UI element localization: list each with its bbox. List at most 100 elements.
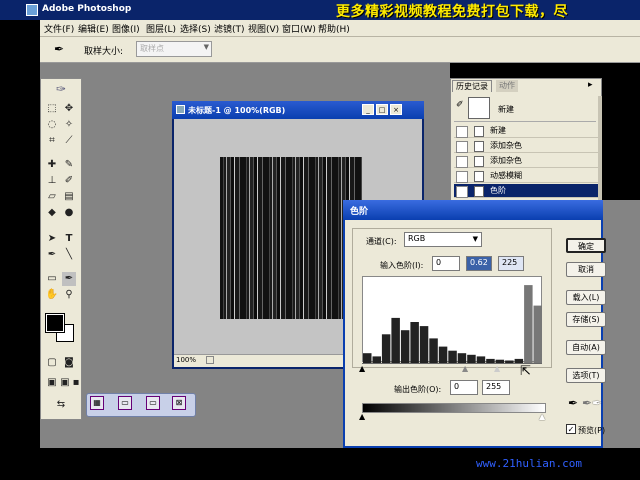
snapshot-label: 新建 (498, 105, 514, 114)
eyedropper-tool-icon[interactable]: ✒ (62, 272, 76, 286)
screen-mode-full-icon[interactable]: ▪ (71, 376, 81, 390)
history-step-icon (474, 156, 484, 167)
quick-mask-mode-icon[interactable]: ◙ (62, 356, 76, 370)
menu-edit[interactable]: 编辑(E) (78, 22, 109, 35)
output-gradient-bar (362, 403, 546, 413)
white-eyedropper-icon[interactable]: ✒ (592, 396, 602, 410)
menu-window[interactable]: 窗口(W) (282, 22, 316, 35)
sample-size-label: 取样大小: (84, 47, 124, 57)
zoom-level[interactable]: 100% (176, 356, 196, 364)
history-item[interactable]: 添加杂色 (454, 139, 600, 153)
history-brush-source-icon[interactable]: ✐ (456, 100, 464, 110)
histogram-bar (476, 356, 486, 363)
history-item[interactable]: 添加杂色 (454, 154, 600, 168)
histogram-bar (391, 317, 400, 363)
document-icon (176, 105, 185, 114)
options-button[interactable]: 选项(T) (566, 368, 606, 383)
screen-mode-standard-icon[interactable]: ▣ (45, 376, 59, 390)
channel-select[interactable]: RGB ▼ (404, 232, 482, 247)
input-black-slider[interactable]: ▲ (359, 364, 365, 373)
input-black-field[interactable]: 0 (432, 256, 460, 271)
preview-label: 预览(P) (578, 426, 606, 435)
status-arrow-icon[interactable] (206, 356, 214, 364)
menu-filter[interactable]: 滤镜(T) (214, 22, 245, 35)
crop-tool-icon[interactable]: ⌗ (45, 134, 59, 148)
ok-button[interactable]: 确定 (566, 238, 606, 253)
menu-view[interactable]: 视图(V) (248, 22, 279, 35)
gradient-tool-icon[interactable]: ▤ (62, 190, 76, 204)
lasso-tool-icon[interactable]: ◌ (45, 118, 59, 132)
pen-tool-icon[interactable]: ✒ (45, 248, 59, 262)
tab-actions[interactable]: 动作 (496, 80, 518, 92)
type-tool-icon[interactable]: T (62, 232, 76, 246)
history-step-icon (474, 171, 484, 182)
standard-mode-icon[interactable]: ▢ (45, 356, 59, 370)
tab-history[interactable]: 历史记录 (452, 80, 492, 92)
output-white-field[interactable]: 255 (482, 380, 510, 395)
history-step-icon (474, 186, 484, 197)
slice-tool-icon[interactable]: ⟋ (62, 134, 76, 148)
input-white-field[interactable]: 225 (498, 256, 524, 271)
zoom-tool-icon[interactable]: ⚲ (62, 288, 76, 302)
jump-to-imageready-icon[interactable]: ⇆ (45, 398, 77, 412)
history-item[interactable]: 新建 (454, 124, 600, 138)
minimize-button[interactable]: _ (362, 104, 374, 115)
output-black-slider[interactable]: ▲ (359, 412, 365, 421)
panel-menu-icon[interactable]: ▸ (588, 80, 593, 90)
magic-wand-tool-icon[interactable]: ✧ (62, 118, 76, 132)
maximize-button[interactable]: □ (376, 104, 388, 115)
menu-help[interactable]: 帮助(H) (318, 22, 350, 35)
auto-button[interactable]: 自动(A) (566, 340, 606, 355)
canvas-image[interactable] (220, 157, 362, 319)
history-item[interactable]: 动感模糊 (454, 169, 600, 183)
save-button[interactable]: 存储(S) (566, 312, 606, 327)
close-button[interactable]: × (390, 104, 402, 115)
menu-image[interactable]: 图像(I) (112, 22, 140, 35)
output-white-slider[interactable]: ▲ (539, 412, 545, 421)
sample-size-select[interactable]: 取样点 (136, 41, 212, 57)
history-item-selected[interactable]: 色阶 (454, 184, 600, 198)
brush-tool-icon[interactable]: ✎ (62, 158, 76, 172)
path-select-tool-icon[interactable]: ➤ (45, 232, 59, 246)
move-tool-icon[interactable]: ✥ (62, 102, 76, 116)
input-gamma-slider[interactable]: ▲ (462, 364, 468, 373)
snapshot-thumbnail (468, 97, 490, 119)
marquee-tool-icon[interactable]: ⬚ (45, 102, 59, 116)
levels-title-bar[interactable] (343, 200, 603, 220)
palette-icon-3[interactable]: ▭ (146, 396, 160, 410)
black-eyedropper-icon[interactable]: ✒ (568, 396, 578, 410)
blur-tool-icon[interactable]: ◆ (45, 206, 59, 220)
hand-tool-icon[interactable]: ✋ (45, 288, 59, 302)
preview-checkbox[interactable]: ✓ (566, 424, 576, 434)
histogram-bar (363, 353, 372, 363)
input-white-slider[interactable]: ▲ (494, 364, 500, 373)
notes-tool-icon[interactable]: ▭ (45, 272, 59, 286)
menu-layer[interactable]: 图层(L) (146, 22, 176, 35)
eyedropper-icon[interactable]: ✒ (54, 42, 64, 56)
load-button[interactable]: 载入(L) (566, 290, 606, 305)
history-step-icon (474, 126, 484, 137)
eraser-tool-icon[interactable]: ▱ (45, 190, 59, 204)
palette-icon-2[interactable]: ▭ (118, 396, 132, 410)
cancel-button[interactable]: 取消 (566, 262, 606, 277)
input-slider-track[interactable] (362, 363, 542, 371)
menu-select[interactable]: 选择(S) (180, 22, 211, 35)
foreground-color-swatch[interactable] (45, 313, 65, 333)
gray-eyedropper-icon[interactable]: ✒ (582, 396, 592, 410)
history-scrollbar[interactable] (598, 96, 602, 200)
histogram-bar (400, 330, 410, 363)
screen-mode-full-menu-icon[interactable]: ▣ (58, 376, 72, 390)
feather-logo-icon: ✑ (55, 82, 67, 96)
clone-stamp-tool-icon[interactable]: ⊥ (45, 174, 59, 188)
output-black-field[interactable]: 0 (450, 380, 478, 395)
histogram-bar (429, 338, 438, 363)
app-title: Adobe Photoshop (42, 4, 132, 14)
palette-icon-1[interactable]: ▦ (90, 396, 104, 410)
menu-file[interactable]: 文件(F) (44, 22, 74, 35)
history-brush-tool-icon[interactable]: ✐ (62, 174, 76, 188)
dodge-tool-icon[interactable]: ● (62, 206, 76, 220)
line-tool-icon[interactable]: ╲ (62, 248, 76, 262)
palette-icon-4[interactable]: ⊠ (172, 396, 186, 410)
healing-brush-tool-icon[interactable]: ✚ (45, 158, 59, 172)
input-gamma-field[interactable]: 0.62 (466, 256, 492, 271)
